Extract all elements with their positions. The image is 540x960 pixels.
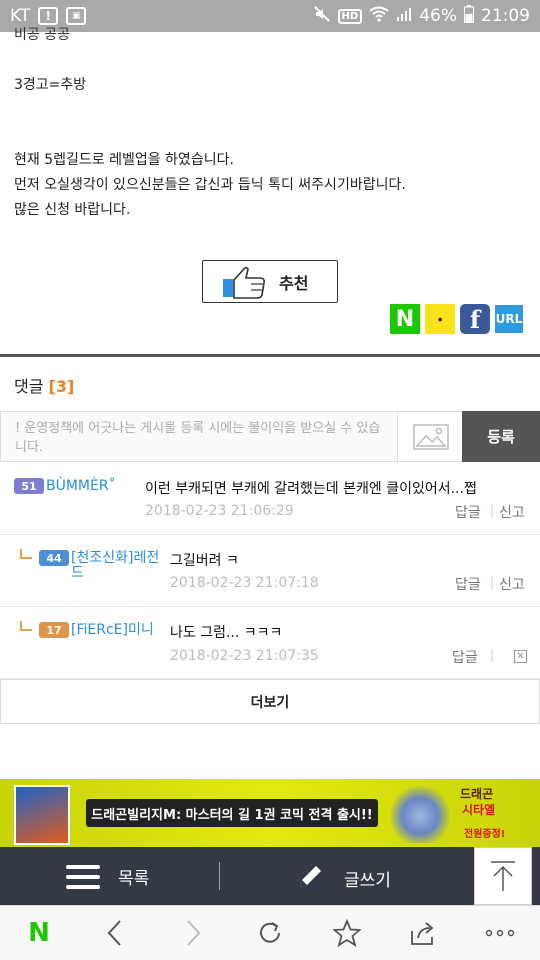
- article-line: 3경고=추방: [14, 77, 87, 93]
- comment-author[interactable]: [천조신화]레전드: [71, 551, 163, 581]
- star-icon: [333, 919, 361, 947]
- hd-badge: HD: [337, 8, 363, 24]
- comment-author[interactable]: BÙMMÈR˚: [46, 479, 116, 494]
- article-line: 많은 신청 바랍니다.: [14, 202, 131, 218]
- recommend-button[interactable]: 추천: [202, 260, 338, 303]
- reply-button[interactable]: 답글: [455, 574, 481, 594]
- comments-count: [3]: [48, 377, 75, 396]
- comments-title-label: 댓글: [14, 377, 44, 396]
- action-separator: |: [490, 503, 495, 517]
- banner-headline: 드래곤빌리지M: 마스터의 길 1권 코믹 전격 출시!!: [86, 799, 378, 827]
- chevron-right-icon: [187, 920, 201, 946]
- banner-promo: 전원증정!: [464, 829, 506, 840]
- ad-banner[interactable]: 드래곤빌리지M: 마스터의 길 1권 코믹 전격 출시!! 드래곤 시타엘 전원…: [0, 779, 540, 847]
- refresh-icon: [260, 922, 280, 943]
- level-badge: 17: [39, 622, 69, 638]
- comment-time: 2018-02-23 21:07:18: [170, 575, 319, 591]
- arrow-up-icon: [491, 861, 515, 891]
- article-line: 먼저 오실생각이 있으신분들은 갑신과 듭닉 톡디 써주시기바랍니다.: [14, 177, 406, 193]
- share-facebook-button[interactable]: f: [460, 304, 490, 334]
- wifi-icon: [369, 6, 389, 27]
- section-divider: [0, 354, 540, 357]
- status-bar: KT ! ▣ HD 46% 21:09: [0, 0, 540, 32]
- comment-text: 나도 그럼... ㅋㅋㅋ: [170, 625, 283, 641]
- comment-author[interactable]: [FiERcE]미니: [71, 623, 154, 638]
- scroll-top-button[interactable]: [474, 847, 532, 905]
- delete-icon[interactable]: ✕: [514, 650, 527, 663]
- bottom-nav: 목록 글쓰기: [0, 847, 540, 905]
- dragon-image: [390, 783, 450, 843]
- level-badge: 44: [39, 550, 69, 566]
- action-separator: |: [490, 575, 495, 589]
- share-button[interactable]: [408, 918, 438, 948]
- pencil-icon: [296, 861, 326, 896]
- more-comments-button[interactable]: 더보기: [0, 679, 540, 724]
- thumbs-up-icon: [221, 265, 267, 299]
- comments-title: 댓글 [3]: [14, 373, 74, 397]
- menu-icon: [66, 864, 100, 889]
- reply-arrow-icon: [20, 621, 32, 631]
- image-attach-button[interactable]: [397, 412, 463, 461]
- nav-separator: [219, 862, 220, 890]
- comment-input[interactable]: ! 운영정책에 어긋나는 게시물 등록 시에는 불이익을 받으실 수 있습니다.: [0, 411, 463, 462]
- clock: 21:09: [481, 6, 530, 26]
- recommend-label: 추천: [279, 273, 309, 293]
- report-button[interactable]: 신고: [499, 574, 525, 594]
- list-label: 목록: [118, 869, 150, 889]
- naver-home-button[interactable]: N: [24, 918, 54, 948]
- carrier-label: KT: [10, 6, 31, 26]
- gallery-icon: ▣: [66, 7, 87, 25]
- battery-level: 46%: [419, 6, 457, 26]
- report-button[interactable]: 신고: [499, 502, 525, 522]
- back-button[interactable]: [100, 918, 130, 948]
- banner-brand: 드래곤: [460, 787, 494, 801]
- image-icon: [412, 423, 449, 450]
- share-icon: [411, 922, 434, 945]
- comment-item: 51 BÙMMÈR˚ 이런 부캐되면 부캐에 갈려했는데 본캐엔 클이있어서..…: [0, 462, 540, 535]
- comment-submit-button[interactable]: 등록: [462, 411, 540, 462]
- reply-button[interactable]: 답글: [452, 647, 478, 667]
- article-line: 비공 공공: [14, 27, 70, 43]
- comment-text: 이런 부캐되면 부캐에 갈려했는데 본캐엔 클이있어서...쩝: [145, 481, 477, 497]
- reply-arrow-icon: [20, 549, 32, 559]
- share-url-button[interactable]: URL: [494, 304, 524, 334]
- comment-time: 2018-02-23 21:06:29: [145, 503, 294, 519]
- browser-toolbar: N: [0, 905, 540, 960]
- comment-time: 2018-02-23 21:07:35: [170, 648, 319, 664]
- comment-item: 44 [천조신화]레전드 그길버려 ㅋ 2018-02-23 21:07:18 …: [0, 535, 540, 607]
- comment-placeholder: ! 운영정책에 어긋나는 게시물 등록 시에는 불이익을 받으실 수 있습니다.: [15, 421, 381, 455]
- book-cover-image: [14, 785, 70, 845]
- article-line: 현재 5렙길드로 레벨업을 하였습니다.: [14, 152, 234, 168]
- write-button[interactable]: 글쓰기: [296, 861, 391, 896]
- reply-button[interactable]: 답글: [455, 502, 481, 522]
- mute-icon: [313, 5, 331, 28]
- list-button[interactable]: 목록: [66, 864, 149, 889]
- chevron-left-icon: [107, 920, 121, 946]
- level-badge: 51: [14, 478, 44, 494]
- forward-button[interactable]: [178, 918, 208, 948]
- refresh-button[interactable]: [255, 918, 285, 948]
- write-label: 글쓰기: [344, 871, 391, 891]
- battery-icon: [464, 4, 474, 28]
- action-separator: |: [490, 648, 495, 662]
- alert-icon: !: [38, 7, 59, 25]
- comment-text: 그길버려 ㅋ: [170, 553, 239, 569]
- more-options-button[interactable]: [485, 918, 515, 948]
- comment-item: 17 [FiERcE]미니 나도 그럼... ㅋㅋㅋ 2018-02-23 21…: [0, 607, 540, 679]
- share-naver-button[interactable]: N: [390, 304, 420, 334]
- share-kakao-button[interactable]: ㆍ: [425, 304, 455, 334]
- signal-icon: [396, 6, 412, 27]
- more-dots-icon: [485, 929, 515, 937]
- banner-title: 시타엘: [462, 803, 496, 817]
- bookmark-button[interactable]: [332, 918, 362, 948]
